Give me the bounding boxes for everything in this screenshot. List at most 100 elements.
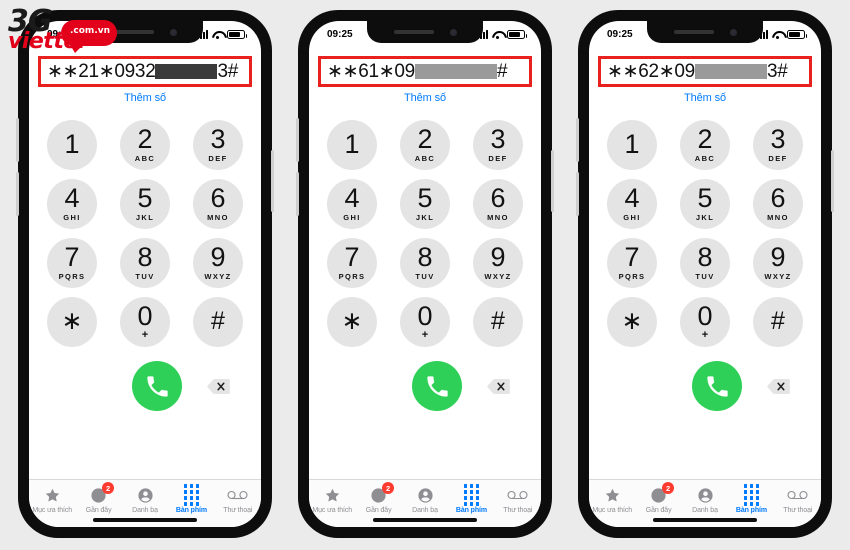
keypad-key-6[interactable]: 6 MNO [473, 179, 523, 229]
power-side-button[interactable] [831, 150, 834, 212]
tab-keypad[interactable]: Bàn phím [168, 484, 214, 514]
dialed-number-section: ∗∗62∗09 3# Thêm số [589, 45, 821, 104]
volume-up-button[interactable] [16, 118, 19, 162]
keypad-key-1[interactable]: 1 [47, 120, 97, 170]
power-side-button[interactable] [271, 150, 274, 212]
keypad-key-2[interactable]: 2 ABC [400, 120, 450, 170]
keypad-key-6[interactable]: 6 MNO [753, 179, 803, 229]
keypad-key-digit: 2 [417, 124, 433, 155]
tab-keypad[interactable]: Bàn phím [448, 484, 494, 514]
keypad-key-2[interactable]: 2 ABC [120, 120, 170, 170]
dial-keypad: 1 2 ABC 3 DEF 4 GHI 5 JKL 6 MNO 7 PQRS 8 TUV 9 WXYZ ∗ 0 + # [589, 104, 821, 479]
phone-screen: 09:25 ∗∗21∗0932 3# Thêm số 1 2 ABC 3 DEF 4 GHI 5… [29, 21, 261, 527]
keypad-key-0[interactable]: 0 + [120, 297, 170, 347]
tab-star[interactable]: Mục ưa thích [29, 485, 75, 514]
volume-down-button[interactable] [576, 172, 579, 216]
keypad-key-hash[interactable]: # [473, 297, 523, 347]
keypad-key-hash[interactable]: # [753, 297, 803, 347]
keypad-key-letters: WXYZ [484, 272, 512, 282]
keypad-key-hash[interactable]: # [193, 297, 243, 347]
keypad-key-star[interactable]: ∗ [327, 297, 377, 347]
delete-backspace-button[interactable] [205, 377, 231, 395]
keypad-icon [743, 484, 760, 506]
keypad-key-star[interactable]: ∗ [607, 297, 657, 347]
phone-screen: 09:25 ∗∗61∗09 # Thêm số 1 2 ABC 3 DEF 4 GHI 5 JKL… [309, 21, 541, 527]
keypad-key-letters: + [141, 328, 149, 341]
keypad-key-8[interactable]: 8 TUV [680, 238, 730, 288]
keypad-key-2[interactable]: 2 ABC [680, 120, 730, 170]
keypad-left-spacer [339, 361, 389, 411]
keypad-key-3[interactable]: 3 DEF [473, 120, 523, 170]
keypad-key-digit: 6 [770, 183, 786, 214]
tab-recents-clock[interactable]: 2 Gần đây [635, 482, 681, 514]
keypad-key-5[interactable]: 5 JKL [680, 179, 730, 229]
tab-label: Gần đây [365, 507, 392, 514]
keypad-key-5[interactable]: 5 JKL [400, 179, 450, 229]
keypad-key-letters: JKL [415, 213, 435, 223]
keypad-key-9[interactable]: 9 WXYZ [193, 238, 243, 288]
keypad-key-4[interactable]: 4 GHI [607, 179, 657, 229]
keypad-key-3[interactable]: 3 DEF [193, 120, 243, 170]
keypad-key-7[interactable]: 7 PQRS [47, 238, 97, 288]
keypad-key-9[interactable]: 9 WXYZ [753, 238, 803, 288]
tab-star[interactable]: Mục ưa thích [309, 485, 355, 514]
volume-up-button[interactable] [296, 118, 299, 162]
keypad-key-8[interactable]: 8 TUV [400, 238, 450, 288]
tab-contacts-person[interactable]: Danh bạ [402, 485, 448, 514]
keypad-key-letters: ABC [414, 154, 436, 164]
redaction-bar [155, 64, 218, 80]
phone-screen: 09:25 ∗∗62∗09 3# Thêm số 1 2 ABC 3 DEF 4 GHI 5 JK… [589, 21, 821, 527]
tab-voicemail[interactable]: Thư thoại [495, 485, 541, 514]
keypad-key-4[interactable]: 4 GHI [327, 179, 377, 229]
add-number-link[interactable]: Thêm số [598, 92, 812, 104]
keypad-key-0[interactable]: 0 + [680, 297, 730, 347]
keypad-key-7[interactable]: 7 PQRS [607, 238, 657, 288]
call-button[interactable] [692, 361, 742, 411]
keypad-key-digit: 5 [137, 183, 153, 214]
keypad-key-3[interactable]: 3 DEF [753, 120, 803, 170]
delete-backspace-button[interactable] [765, 377, 791, 395]
add-number-link[interactable]: Thêm số [38, 92, 252, 104]
tab-voicemail[interactable]: Thư thoại [215, 485, 261, 514]
star-icon [324, 485, 341, 505]
keypad-row: ∗ 0 + # [47, 297, 243, 347]
tab-contacts-person[interactable]: Danh bạ [682, 485, 728, 514]
delete-backspace-button[interactable] [485, 377, 511, 395]
tab-label: Gần đây [85, 507, 112, 514]
keypad-key-1[interactable]: 1 [607, 120, 657, 170]
tab-contacts-person[interactable]: Danh bạ [122, 485, 168, 514]
tab-keypad[interactable]: Bàn phím [728, 484, 774, 514]
volume-down-button[interactable] [16, 172, 19, 216]
tab-recents-clock[interactable]: 2 Gần đây [355, 482, 401, 514]
keypad-key-letters: PQRS [58, 272, 86, 282]
keypad-key-letters: MNO [767, 213, 789, 223]
keypad-key-6[interactable]: 6 MNO [193, 179, 243, 229]
keypad-key-9[interactable]: 9 WXYZ [473, 238, 523, 288]
keypad-key-0[interactable]: 0 + [400, 297, 450, 347]
volume-down-button[interactable] [296, 172, 299, 216]
keypad-key-1[interactable]: 1 [327, 120, 377, 170]
tab-badge-count: 2 [382, 482, 395, 494]
home-indicator [373, 518, 477, 522]
power-side-button[interactable] [551, 150, 554, 212]
status-time: 09:25 [47, 29, 73, 40]
keypad-key-5[interactable]: 5 JKL [120, 179, 170, 229]
call-button[interactable] [412, 361, 462, 411]
tab-voicemail[interactable]: Thư thoại [775, 485, 821, 514]
keypad-key-digit: 0 [137, 300, 153, 331]
keypad-key-7[interactable]: 7 PQRS [327, 238, 377, 288]
phone-mockups-row: 09:25 ∗∗21∗0932 3# Thêm số 1 2 ABC 3 DEF 4 GHI 5… [0, 0, 850, 538]
keypad-key-letters: ABC [134, 154, 156, 164]
keypad-key-digit: 1 [624, 129, 640, 159]
add-number-link[interactable]: Thêm số [318, 92, 532, 104]
star-icon [604, 485, 621, 505]
keypad-key-8[interactable]: 8 TUV [120, 238, 170, 288]
tab-star[interactable]: Mục ưa thích [589, 485, 635, 514]
keypad-key-digit: ∗ [341, 307, 363, 335]
notch [367, 21, 483, 43]
keypad-key-4[interactable]: 4 GHI [47, 179, 97, 229]
volume-up-button[interactable] [576, 118, 579, 162]
tab-recents-clock[interactable]: 2 Gần đây [75, 482, 121, 514]
keypad-key-star[interactable]: ∗ [47, 297, 97, 347]
call-button[interactable] [132, 361, 182, 411]
